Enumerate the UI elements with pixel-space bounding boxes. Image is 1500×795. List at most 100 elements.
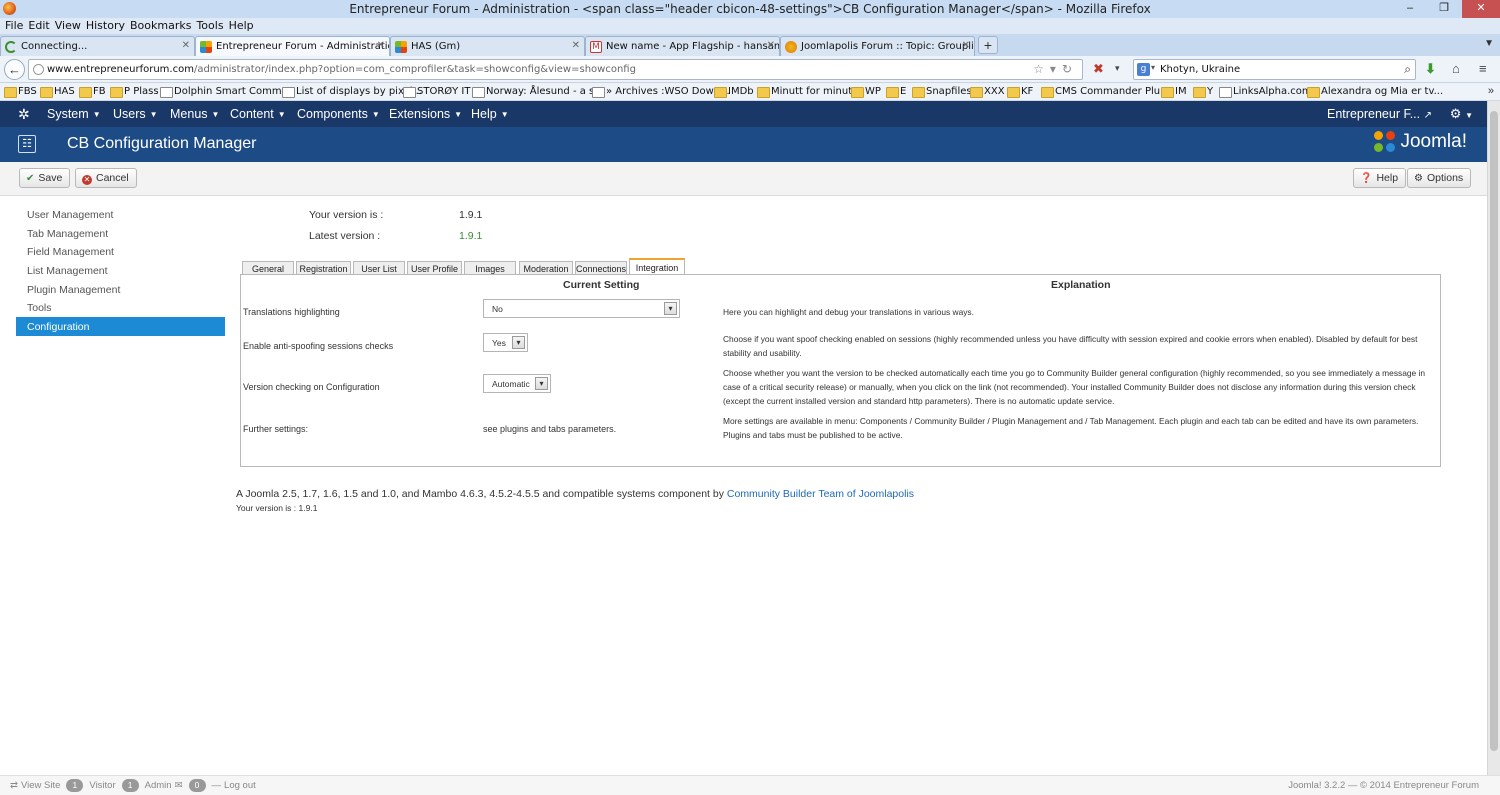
bookmark-item[interactable]: Alexandra og Mia er tv...: [1307, 86, 1443, 98]
page-scrollbar[interactable]: [1487, 101, 1500, 775]
bookmark-item[interactable]: Norway: Ålesund - a s...: [472, 86, 604, 98]
nav-menu-components[interactable]: Components ▼: [297, 107, 380, 121]
tab-user-list[interactable]: User List: [353, 261, 405, 275]
back-button[interactable]: ←: [4, 59, 25, 80]
bookmark-item[interactable]: STORØY IT: [403, 86, 471, 98]
addon-dropdown-icon[interactable]: ▾: [1115, 63, 1120, 74]
browser-tab-active[interactable]: Entrepreneur Forum - Administration... ✕: [195, 36, 390, 56]
menu-bookmarks[interactable]: Bookmarks: [129, 18, 195, 34]
minimize-icon[interactable]: –: [1396, 0, 1424, 18]
sidebar-item-tab-management[interactable]: Tab Management: [16, 224, 225, 243]
addon-block-icon[interactable]: ✖: [1093, 61, 1104, 77]
bookmark-item[interactable]: XXX: [970, 86, 1005, 98]
menu-help[interactable]: Help: [228, 18, 258, 34]
tab-moderation[interactable]: Moderation: [519, 261, 573, 275]
bookmark-star-icon[interactable]: ☆: [1033, 62, 1050, 76]
nav-menu-help[interactable]: Help ▼: [471, 107, 509, 121]
tab-registration[interactable]: Registration: [296, 261, 351, 275]
browser-tab[interactable]: M New name - App Flagship - hansame... ✕: [585, 36, 780, 56]
tab-list-icon[interactable]: ▼: [1484, 38, 1494, 49]
bookmark-item[interactable]: IM: [1161, 86, 1187, 98]
url-bar[interactable]: www.entrepreneurforum.com/administrator/…: [28, 59, 1083, 80]
browser-tab[interactable]: Connecting... ✕: [0, 36, 195, 56]
bookmark-item[interactable]: Dolphin Smart Comm...: [160, 86, 291, 98]
reload-icon[interactable]: ↻: [1062, 62, 1078, 76]
close-tab-icon[interactable]: ✕: [377, 40, 385, 51]
bookmark-item[interactable]: Minutt for minutt: [757, 86, 856, 98]
bookmark-item[interactable]: FB: [79, 86, 106, 98]
sidebar-item-list-management[interactable]: List Management: [16, 261, 225, 280]
bookmarks-overflow-icon[interactable]: »: [1488, 85, 1494, 97]
bookmark-item[interactable]: LinksAlpha.com: [1219, 86, 1312, 98]
checkmark-icon: ✔: [26, 173, 35, 184]
admin-count-badge: 1: [121, 779, 139, 792]
menu-view[interactable]: View: [54, 18, 85, 34]
new-tab-button[interactable]: +: [978, 36, 998, 54]
close-tab-icon[interactable]: ✕: [572, 40, 580, 51]
bookmark-item[interactable]: E: [886, 86, 906, 98]
hamburger-menu-icon[interactable]: ≡: [1479, 61, 1487, 76]
message-count-badge[interactable]: 0: [188, 779, 206, 792]
cancel-button[interactable]: ✕ Cancel: [75, 168, 137, 188]
tab-user-profile[interactable]: User Profile: [407, 261, 462, 275]
bookmark-item[interactable]: IMDb: [714, 86, 754, 98]
nav-menu-users[interactable]: Users ▼: [113, 107, 158, 121]
tab-connections[interactable]: Connections: [575, 261, 627, 275]
bookmark-item[interactable]: CMS Commander Plu...: [1041, 86, 1170, 98]
dropdown-arrow-icon[interactable]: ▾: [1050, 62, 1062, 76]
nav-menu-extensions[interactable]: Extensions ▼: [389, 107, 462, 121]
nav-menu-system[interactable]: System ▼: [47, 107, 101, 121]
search-engine-dropdown-icon[interactable]: ▾: [1151, 63, 1155, 72]
browser-tab[interactable]: HAS (Gm) ✕: [390, 36, 585, 56]
bookmark-item[interactable]: WP: [851, 86, 881, 98]
bookmark-item[interactable]: KF: [1007, 86, 1033, 98]
sidebar-item-user-management[interactable]: User Management: [16, 205, 225, 224]
sidebar-item-tools[interactable]: Tools: [16, 298, 225, 317]
menu-edit[interactable]: Edit: [27, 18, 53, 34]
nav-menu-content[interactable]: Content ▼: [230, 107, 286, 121]
save-button[interactable]: ✔ Save: [19, 168, 71, 188]
nav-menu-menus[interactable]: Menus ▼: [170, 107, 219, 121]
home-icon[interactable]: ⌂: [1452, 61, 1460, 76]
browser-tab-label: Joomlapolis Forum :: Topic: Grouplivi...: [801, 41, 975, 52]
bookmark-item[interactable]: FBS: [4, 86, 37, 98]
search-icon[interactable]: ⌕: [1404, 62, 1411, 77]
close-tab-icon[interactable]: ✕: [767, 40, 775, 51]
bookmark-item[interactable]: Snapfiles: [912, 86, 972, 98]
bookmark-item[interactable]: HAS: [40, 86, 75, 98]
tab-integration[interactable]: Integration: [629, 258, 685, 275]
sidebar-item-field-management[interactable]: Field Management: [16, 242, 225, 261]
view-site-link[interactable]: View Site: [21, 780, 60, 791]
options-button[interactable]: ⚙ Options: [1407, 168, 1472, 188]
menu-file[interactable]: File: [4, 18, 27, 34]
close-window-icon[interactable]: ✕: [1462, 0, 1500, 18]
bookmark-item[interactable]: List of displays by pixel...: [282, 86, 422, 98]
latest-version-value[interactable]: 1.9.1: [459, 230, 482, 242]
joomlapolis-team-link[interactable]: Community Builder Team of Joomlapolis: [727, 488, 914, 500]
tab-general[interactable]: General: [242, 261, 294, 275]
caret-down-icon: ▼: [149, 110, 158, 119]
site-link[interactable]: Entrepreneur F... ↗: [1327, 107, 1432, 121]
translations-highlighting-select[interactable]: No ▾: [483, 299, 680, 318]
bookmark-item[interactable]: P Plass: [110, 86, 159, 98]
restore-icon[interactable]: ❐: [1430, 0, 1458, 18]
logout-link[interactable]: Log out: [224, 780, 256, 791]
download-icon[interactable]: ⬇: [1425, 61, 1436, 77]
close-tab-icon[interactable]: ✕: [182, 40, 190, 51]
joomla-logo-icon[interactable]: ✲: [18, 106, 30, 123]
anti-spoofing-select[interactable]: Yes ▾: [483, 333, 528, 352]
version-checking-select[interactable]: Automatic ▾: [483, 374, 551, 393]
scrollbar-thumb[interactable]: [1490, 111, 1498, 751]
tab-images[interactable]: Images: [464, 261, 516, 275]
sidebar-item-plugin-management[interactable]: Plugin Management: [16, 280, 225, 299]
help-button[interactable]: ❓ Help: [1353, 168, 1407, 188]
bookmark-item[interactable]: Y: [1193, 86, 1213, 98]
close-tab-icon[interactable]: ✕: [962, 40, 970, 51]
bookmark-item[interactable]: » Archives :WSO Down...: [592, 86, 730, 98]
menu-history[interactable]: History: [85, 18, 129, 34]
sidebar-item-configuration[interactable]: Configuration: [16, 317, 225, 336]
browser-tab[interactable]: Joomlapolis Forum :: Topic: Grouplivi...…: [780, 36, 975, 56]
user-menu-gear-icon[interactable]: ⚙ ▼: [1450, 106, 1473, 122]
menu-tools[interactable]: Tools: [195, 18, 227, 34]
search-input[interactable]: g ▾ Khotyn, Ukraine ⌕: [1133, 59, 1416, 80]
